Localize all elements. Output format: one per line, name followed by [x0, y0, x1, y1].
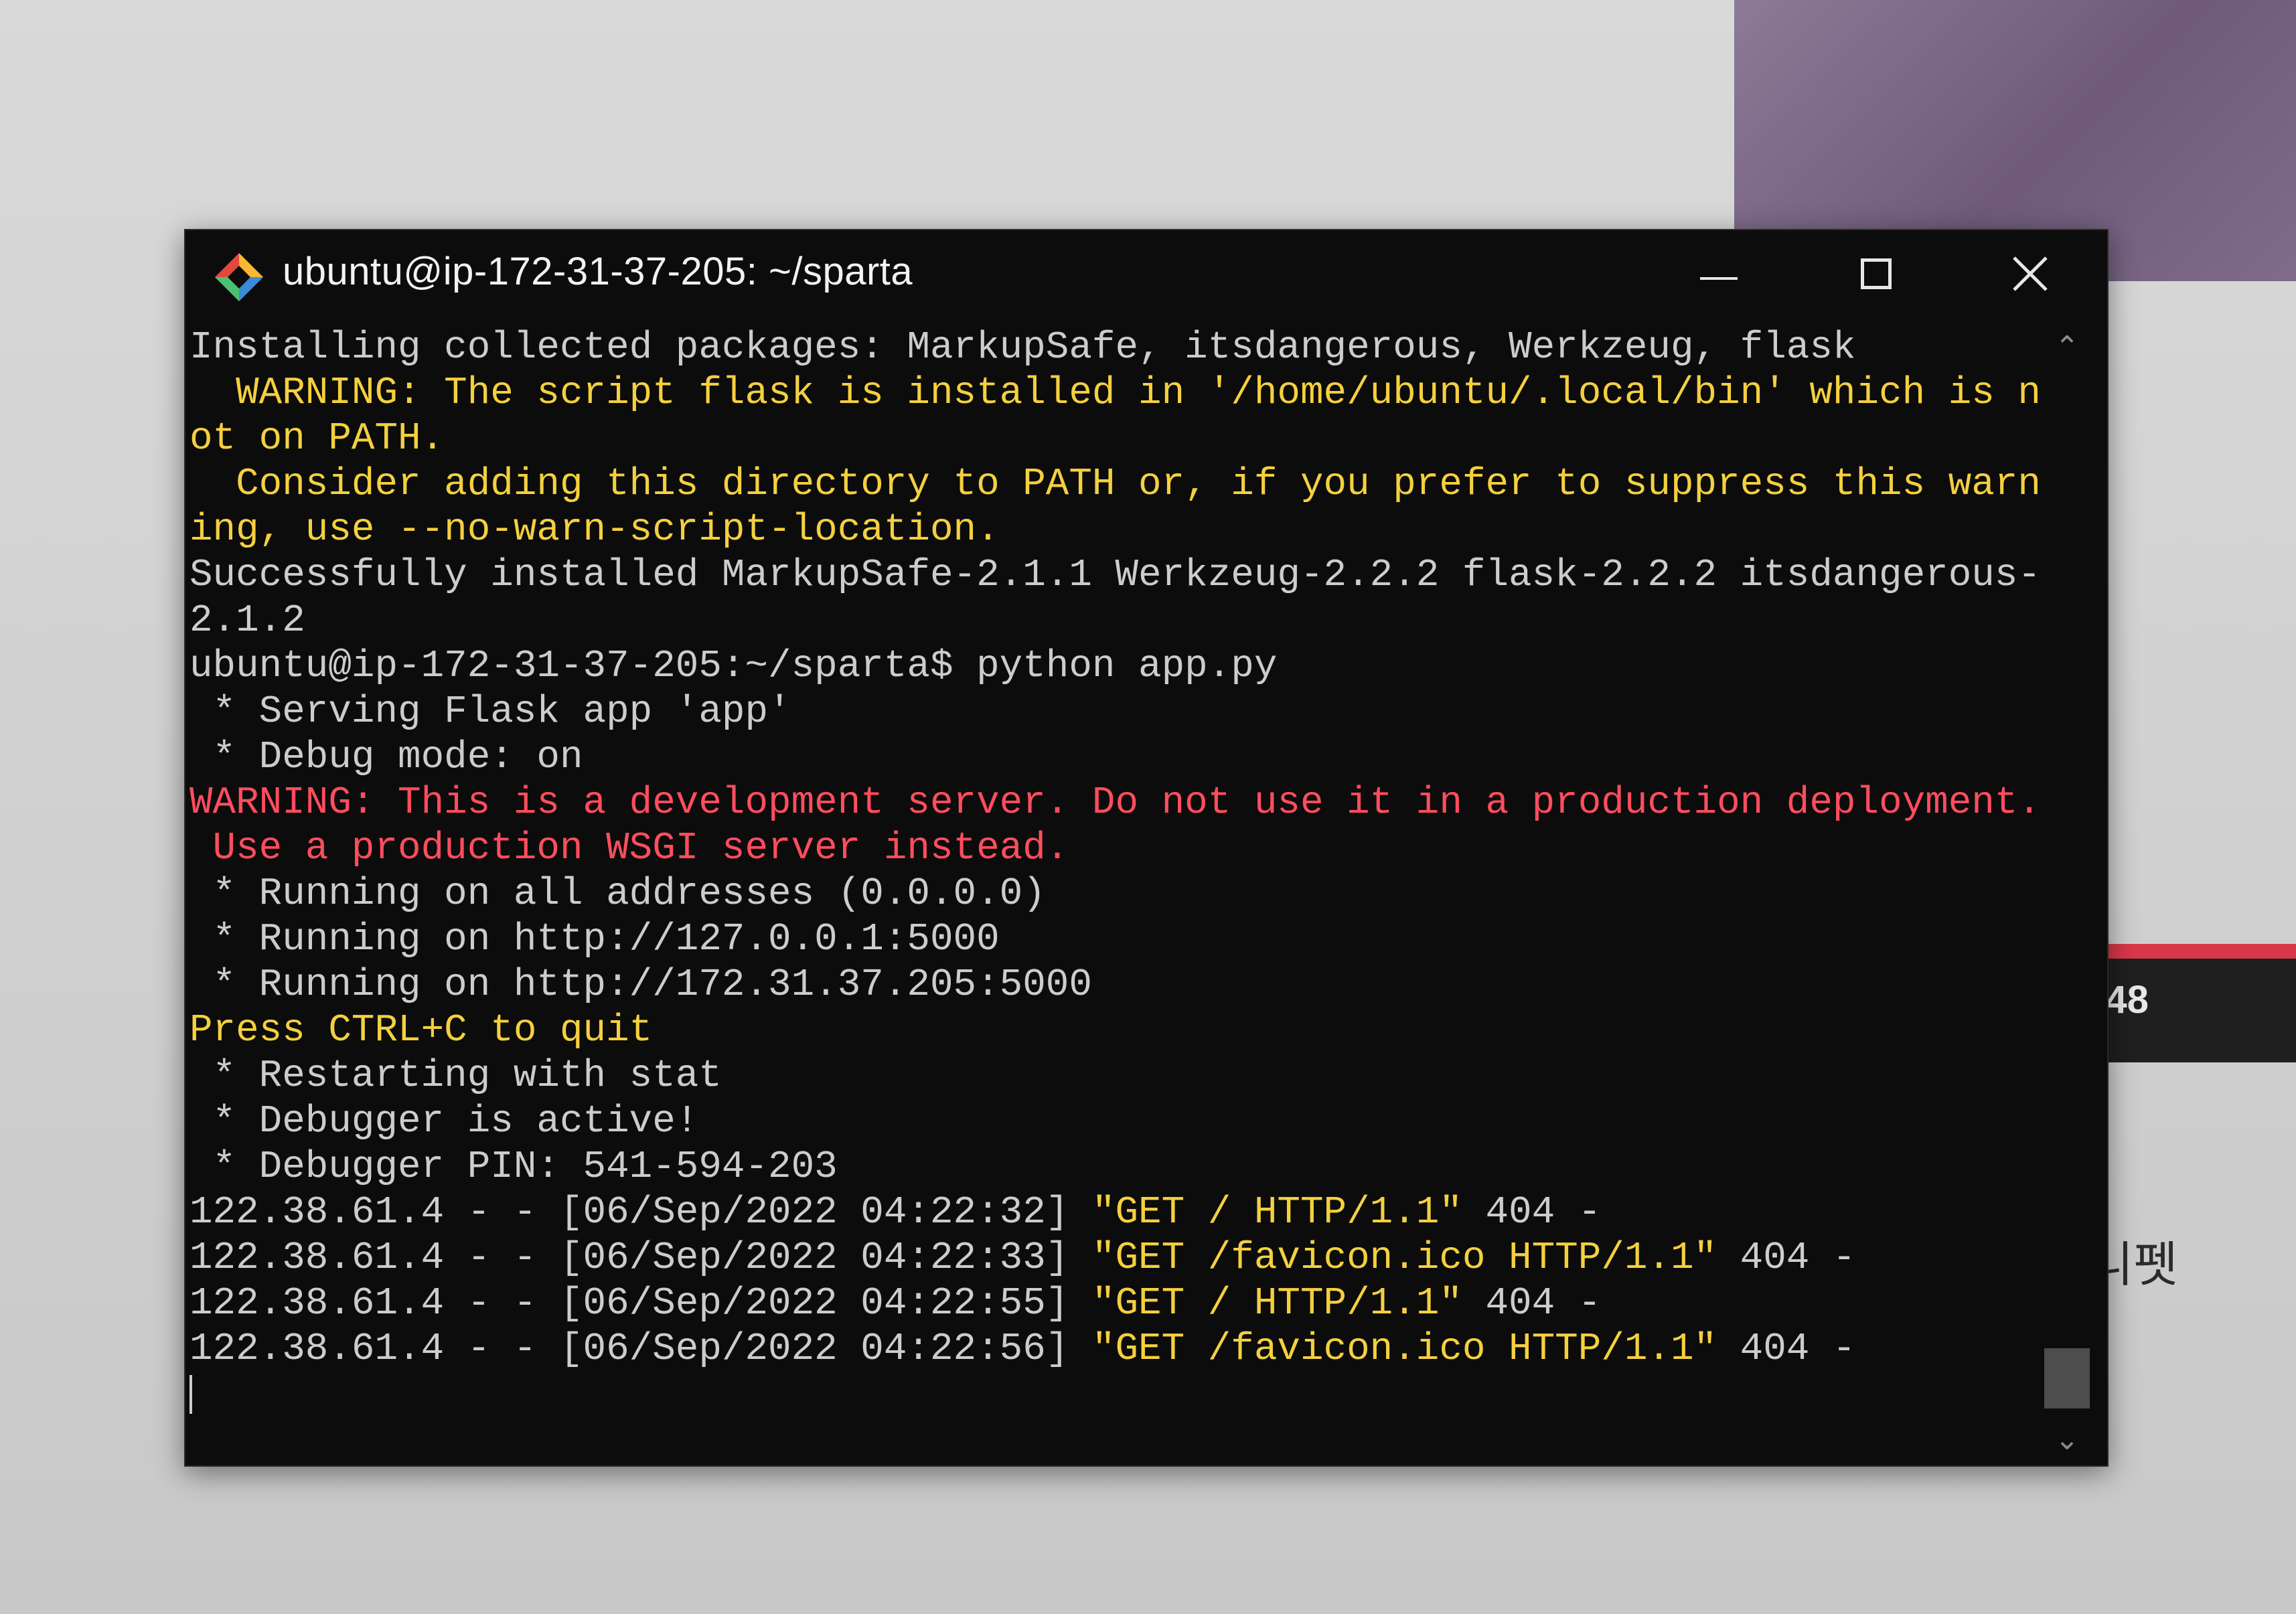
console-text: 122.38.61.4 - - [06/Sep/2022 04:22:32]	[189, 1191, 1092, 1234]
console-text: "GET / HTTP/1.1"	[1091, 1191, 1462, 1234]
terminal-window[interactable]: ubuntu@ip-172-31-37-205: ~/sparta Instal…	[184, 229, 2109, 1467]
console-line: 2.1.2	[189, 598, 2044, 644]
console-line: * Running on http://172.31.37.205:5000	[189, 963, 2044, 1008]
text-cursor	[189, 1374, 192, 1414]
maximize-button[interactable]	[1839, 244, 1913, 304]
console-line: * Debug mode: on	[189, 735, 2044, 781]
console-text: 2.1.2	[189, 599, 305, 643]
console-line: ing, use --no-warn-script-location.	[189, 507, 2044, 553]
console-text: WARNING: This is a development server. D…	[189, 781, 2041, 825]
console-line: WARNING: This is a development server. D…	[189, 781, 2044, 826]
console-text: * Debugger is active!	[189, 1100, 699, 1143]
console-text: * Running on http://172.31.37.205:5000	[189, 963, 1092, 1007]
window-title: ubuntu@ip-172-31-37-205: ~/sparta	[283, 250, 913, 293]
console-text: ubuntu@ip-172-31-37-205:~/sparta$ python…	[189, 645, 1278, 688]
console-line: ot on PATH.	[189, 416, 2044, 462]
console-text: Consider adding this directory to PATH o…	[189, 463, 2041, 506]
console-text: 404 -	[1717, 1327, 1856, 1371]
console-line: Successfully installed MarkupSafe-2.1.1 …	[189, 553, 2044, 598]
console-output[interactable]: Installing collected packages: MarkupSaf…	[189, 325, 2044, 1450]
chevron-up-icon[interactable]: ⌃	[2051, 330, 2083, 364]
maximize-icon	[1861, 258, 1892, 289]
console-line: * Debugger is active!	[189, 1099, 2044, 1145]
console-text: ing, use --no-warn-script-location.	[189, 508, 1000, 552]
console-line: * Running on all addresses (0.0.0.0)	[189, 872, 2044, 917]
scroll-thumb[interactable]	[2044, 1348, 2090, 1408]
console-line: Press CTRL+C to quit	[189, 1008, 2044, 1054]
console-text: 404 -	[1462, 1191, 1602, 1234]
minimize-button[interactable]	[1682, 244, 1756, 304]
console-text: "GET / HTTP/1.1"	[1091, 1282, 1462, 1325]
console-line: * Serving Flask app 'app'	[189, 690, 2044, 735]
console-text: Use a production WSGI server instead.	[189, 827, 1069, 870]
console-line: Use a production WSGI server instead.	[189, 826, 2044, 872]
console-text: * Running on all addresses (0.0.0.0)	[189, 872, 1046, 916]
console-text: 404 -	[1717, 1236, 1856, 1280]
close-icon	[2013, 256, 2048, 291]
console-text: "GET /favicon.ico HTTP/1.1"	[1091, 1236, 1717, 1280]
console-text: Press CTRL+C to quit	[189, 1009, 653, 1052]
console-text: 122.38.61.4 - - [06/Sep/2022 04:22:33]	[189, 1236, 1092, 1280]
console-text: 404 -	[1462, 1282, 1602, 1325]
console-text: "GET /favicon.ico HTTP/1.1"	[1091, 1327, 1717, 1371]
console-text: * Restarting with stat	[189, 1054, 722, 1098]
minimize-icon	[1700, 277, 1738, 280]
console-line: WARNING: The script flask is installed i…	[189, 371, 2044, 416]
console-line: 122.38.61.4 - - [06/Sep/2022 04:22:55] "…	[189, 1281, 2044, 1327]
console-text: WARNING: The script flask is installed i…	[189, 372, 2041, 415]
console-text: * Running on http://127.0.0.1:5000	[189, 918, 1000, 961]
console-line: 122.38.61.4 - - [06/Sep/2022 04:22:33] "…	[189, 1236, 2044, 1281]
console-line: ubuntu@ip-172-31-37-205:~/sparta$ python…	[189, 644, 2044, 690]
console-line: * Running on http://127.0.0.1:5000	[189, 917, 2044, 963]
console-line: * Restarting with stat	[189, 1054, 2044, 1099]
console-line: 122.38.61.4 - - [06/Sep/2022 04:22:56] "…	[189, 1327, 2044, 1372]
vertical-scrollbar[interactable]: ⌃ ⌄	[2040, 330, 2094, 1457]
console-text: 122.38.61.4 - - [06/Sep/2022 04:22:56]	[189, 1327, 1092, 1371]
console-text: Successfully installed MarkupSafe-2.1.1 …	[189, 554, 2041, 597]
console-line: Installing collected packages: MarkupSaf…	[189, 325, 2044, 371]
console-text: 122.38.61.4 - - [06/Sep/2022 04:22:55]	[189, 1282, 1092, 1325]
chevron-down-icon[interactable]: ⌄	[2051, 1423, 2083, 1457]
console-line: * Debugger PIN: 541-594-203	[189, 1145, 2044, 1190]
console-prompt-line[interactable]	[189, 1372, 2044, 1418]
console-text: Installing collected packages: MarkupSaf…	[189, 326, 1856, 370]
console-line: Consider adding this directory to PATH o…	[189, 462, 2044, 507]
console-text: * Serving Flask app 'app'	[189, 690, 791, 734]
console-line: 122.38.61.4 - - [06/Sep/2022 04:22:32] "…	[189, 1190, 2044, 1236]
console-text: * Debug mode: on	[189, 736, 583, 779]
close-button[interactable]	[1993, 244, 2067, 304]
console-text: * Debugger PIN: 541-594-203	[189, 1145, 838, 1189]
title-bar[interactable]: ubuntu@ip-172-31-37-205: ~/sparta	[185, 230, 2107, 317]
background-red-line	[2099, 944, 2296, 959]
git-bash-icon	[215, 253, 263, 301]
console-text: ot on PATH.	[189, 417, 445, 461]
